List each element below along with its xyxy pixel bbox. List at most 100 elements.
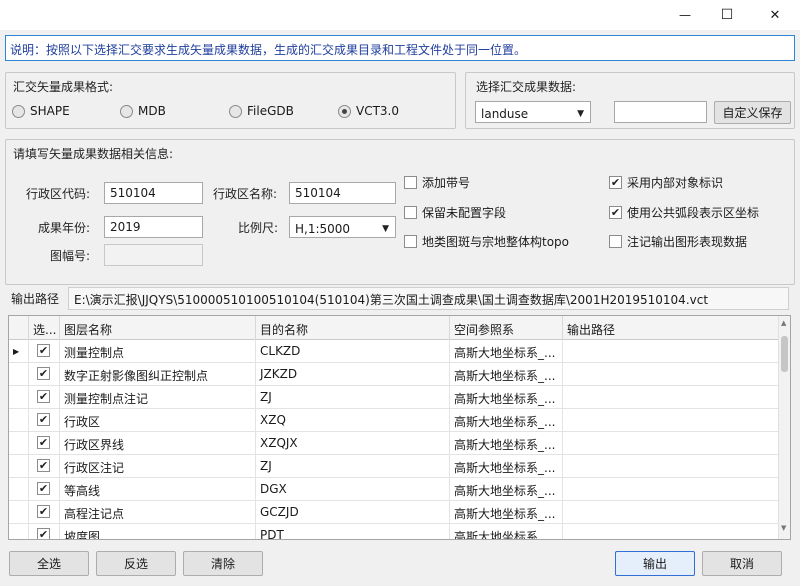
cell-target[interactable]: PDT (256, 524, 450, 539)
cell-srs[interactable]: 高斯大地坐标系_... (450, 386, 563, 409)
scroll-thumb[interactable] (781, 336, 788, 372)
table-row[interactable]: ▶ ✔ 测量控制点 CLKZD 高斯大地坐标系_... (9, 340, 779, 363)
table-row[interactable]: ✔ 行政区注记 ZJ 高斯大地坐标系_... (9, 455, 779, 478)
cell-output[interactable] (563, 501, 779, 524)
checkmark-icon[interactable]: ✔ (37, 459, 50, 472)
maximize-button[interactable]: ☐ (704, 0, 750, 30)
cell-target[interactable]: DGX (256, 478, 450, 501)
radio-vct30[interactable]: VCT3.0 (338, 104, 399, 118)
table-row[interactable]: ✔ 数字正射影像图纠正控制点 JZKZD 高斯大地坐标系_... (9, 363, 779, 386)
cell-srs[interactable]: 高斯大地坐标系_... (450, 455, 563, 478)
cell-layer[interactable]: 测量控制点 (60, 340, 256, 363)
column-header-srs[interactable]: 空间参照系 (450, 316, 563, 340)
table-row[interactable]: ✔ 等高线 DGX 高斯大地坐标系_... (9, 478, 779, 501)
close-button[interactable]: ✕ (752, 0, 798, 30)
checkmark-icon[interactable]: ✔ (37, 344, 50, 357)
admin-code-input[interactable]: 510104 (104, 182, 203, 204)
cell-target[interactable]: ZJ (256, 455, 450, 478)
row-selector[interactable] (9, 363, 29, 386)
checkbox-keep-fields[interactable]: 保留未配置字段 (404, 204, 506, 221)
cell-layer[interactable]: 等高线 (60, 478, 256, 501)
cell-layer[interactable]: 坡度图 (60, 524, 256, 539)
cell-srs[interactable]: 高斯大地坐标系_... (450, 432, 563, 455)
cell-output[interactable] (563, 478, 779, 501)
cell-layer[interactable]: 行政区注记 (60, 455, 256, 478)
cell-target[interactable]: ZJ (256, 386, 450, 409)
table-row[interactable]: ✔ 测量控制点注记 ZJ 高斯大地坐标系_... (9, 386, 779, 409)
cell-srs[interactable]: 高斯大地坐标系 (450, 524, 563, 539)
cell-layer[interactable]: 行政区 (60, 409, 256, 432)
table-row[interactable]: ✔ 行政区 XZQ 高斯大地坐标系_... (9, 409, 779, 432)
row-selector[interactable] (9, 478, 29, 501)
cell-layer[interactable]: 高程注记点 (60, 501, 256, 524)
cell-output[interactable] (563, 363, 779, 386)
scroll-up-icon[interactable]: ▲ (781, 319, 786, 327)
cell-target[interactable]: XZQ (256, 409, 450, 432)
custom-name-input[interactable] (614, 101, 707, 123)
radio-mdb[interactable]: MDB (120, 104, 166, 118)
year-input[interactable]: 2019 (104, 216, 203, 238)
checkbox-topo[interactable]: 地类图斑与宗地整体构topo (404, 233, 569, 250)
column-header-layer[interactable]: 图层名称 (60, 316, 256, 340)
cell-output[interactable] (563, 455, 779, 478)
cell-layer[interactable]: 行政区界线 (60, 432, 256, 455)
checkmark-icon[interactable]: ✔ (37, 505, 50, 518)
scroll-down-icon[interactable]: ▼ (781, 524, 786, 532)
output-path-field[interactable]: E:\演示汇报\JJQYS\510000510100510104(510104)… (68, 287, 789, 310)
custom-save-button[interactable]: 自定义保存 (714, 101, 791, 124)
checkbox-annotation-graphics[interactable]: 注记输出图形表现数据 (609, 233, 747, 250)
radio-shape[interactable]: SHAPE (12, 104, 70, 118)
cell-target[interactable]: GCZJD (256, 501, 450, 524)
column-header-select[interactable]: 选... (29, 316, 60, 340)
cell-layer[interactable]: 测量控制点注记 (60, 386, 256, 409)
column-header-target[interactable]: 目的名称 (256, 316, 450, 340)
admin-name-input[interactable]: 510104 (289, 182, 396, 204)
cell-output[interactable] (563, 432, 779, 455)
invert-selection-button[interactable]: 反选 (96, 551, 176, 576)
checkmark-icon[interactable]: ✔ (37, 528, 50, 539)
cell-output[interactable] (563, 386, 779, 409)
column-header-output[interactable]: 输出路径 (563, 316, 779, 340)
cell-srs[interactable]: 高斯大地坐标系_... (450, 363, 563, 386)
row-selector[interactable] (9, 501, 29, 524)
row-selector[interactable] (9, 432, 29, 455)
row-selector[interactable] (9, 455, 29, 478)
cell-target[interactable]: XZQJX (256, 432, 450, 455)
grid-scrollbar[interactable]: ▲ ▼ (778, 316, 790, 539)
export-button[interactable]: 输出 (615, 551, 695, 576)
checkmark-icon[interactable]: ✔ (37, 436, 50, 449)
cell-output[interactable] (563, 409, 779, 432)
info-group-title: 请填写矢量成果数据相关信息: (13, 147, 174, 161)
scale-combo[interactable]: H,1:5000 ▼ (289, 216, 396, 238)
cell-target[interactable]: CLKZD (256, 340, 450, 363)
cell-srs[interactable]: 高斯大地坐标系_... (450, 501, 563, 524)
cancel-button[interactable]: 取消 (702, 551, 782, 576)
checkmark-icon[interactable]: ✔ (37, 367, 50, 380)
cell-layer[interactable]: 数字正射影像图纠正控制点 (60, 363, 256, 386)
current-row-arrow-icon[interactable]: ▶ (9, 340, 29, 363)
row-selector[interactable] (9, 409, 29, 432)
table-row[interactable]: ✔ 高程注记点 GCZJD 高斯大地坐标系_... (9, 501, 779, 524)
checkbox-shared-arcs[interactable]: ✔ 使用公共弧段表示区坐标 (609, 204, 759, 221)
cell-srs[interactable]: 高斯大地坐标系_... (450, 409, 563, 432)
cell-output[interactable] (563, 524, 779, 539)
select-all-button[interactable]: 全选 (9, 551, 89, 576)
map-no-input[interactable] (104, 244, 203, 266)
dataset-combo[interactable]: landuse ▼ (475, 101, 591, 123)
checkmark-icon[interactable]: ✔ (37, 482, 50, 495)
row-selector[interactable] (9, 524, 29, 539)
minimize-button[interactable]: — (662, 0, 708, 30)
clear-button[interactable]: 清除 (183, 551, 263, 576)
checkmark-icon[interactable]: ✔ (37, 390, 50, 403)
table-row[interactable]: ✔ 行政区界线 XZQJX 高斯大地坐标系_... (9, 432, 779, 455)
checkmark-icon[interactable]: ✔ (37, 413, 50, 426)
checkbox-add-zone[interactable]: 添加带号 (404, 174, 470, 191)
cell-srs[interactable]: 高斯大地坐标系_... (450, 340, 563, 363)
cell-target[interactable]: JZKZD (256, 363, 450, 386)
cell-srs[interactable]: 高斯大地坐标系_... (450, 478, 563, 501)
radio-filegdb[interactable]: FileGDB (229, 104, 294, 118)
checkbox-internal-id[interactable]: ✔ 采用内部对象标识 (609, 174, 723, 191)
table-row[interactable]: ✔ 坡度图 PDT 高斯大地坐标系 (9, 524, 779, 539)
cell-output[interactable] (563, 340, 779, 363)
row-selector[interactable] (9, 386, 29, 409)
